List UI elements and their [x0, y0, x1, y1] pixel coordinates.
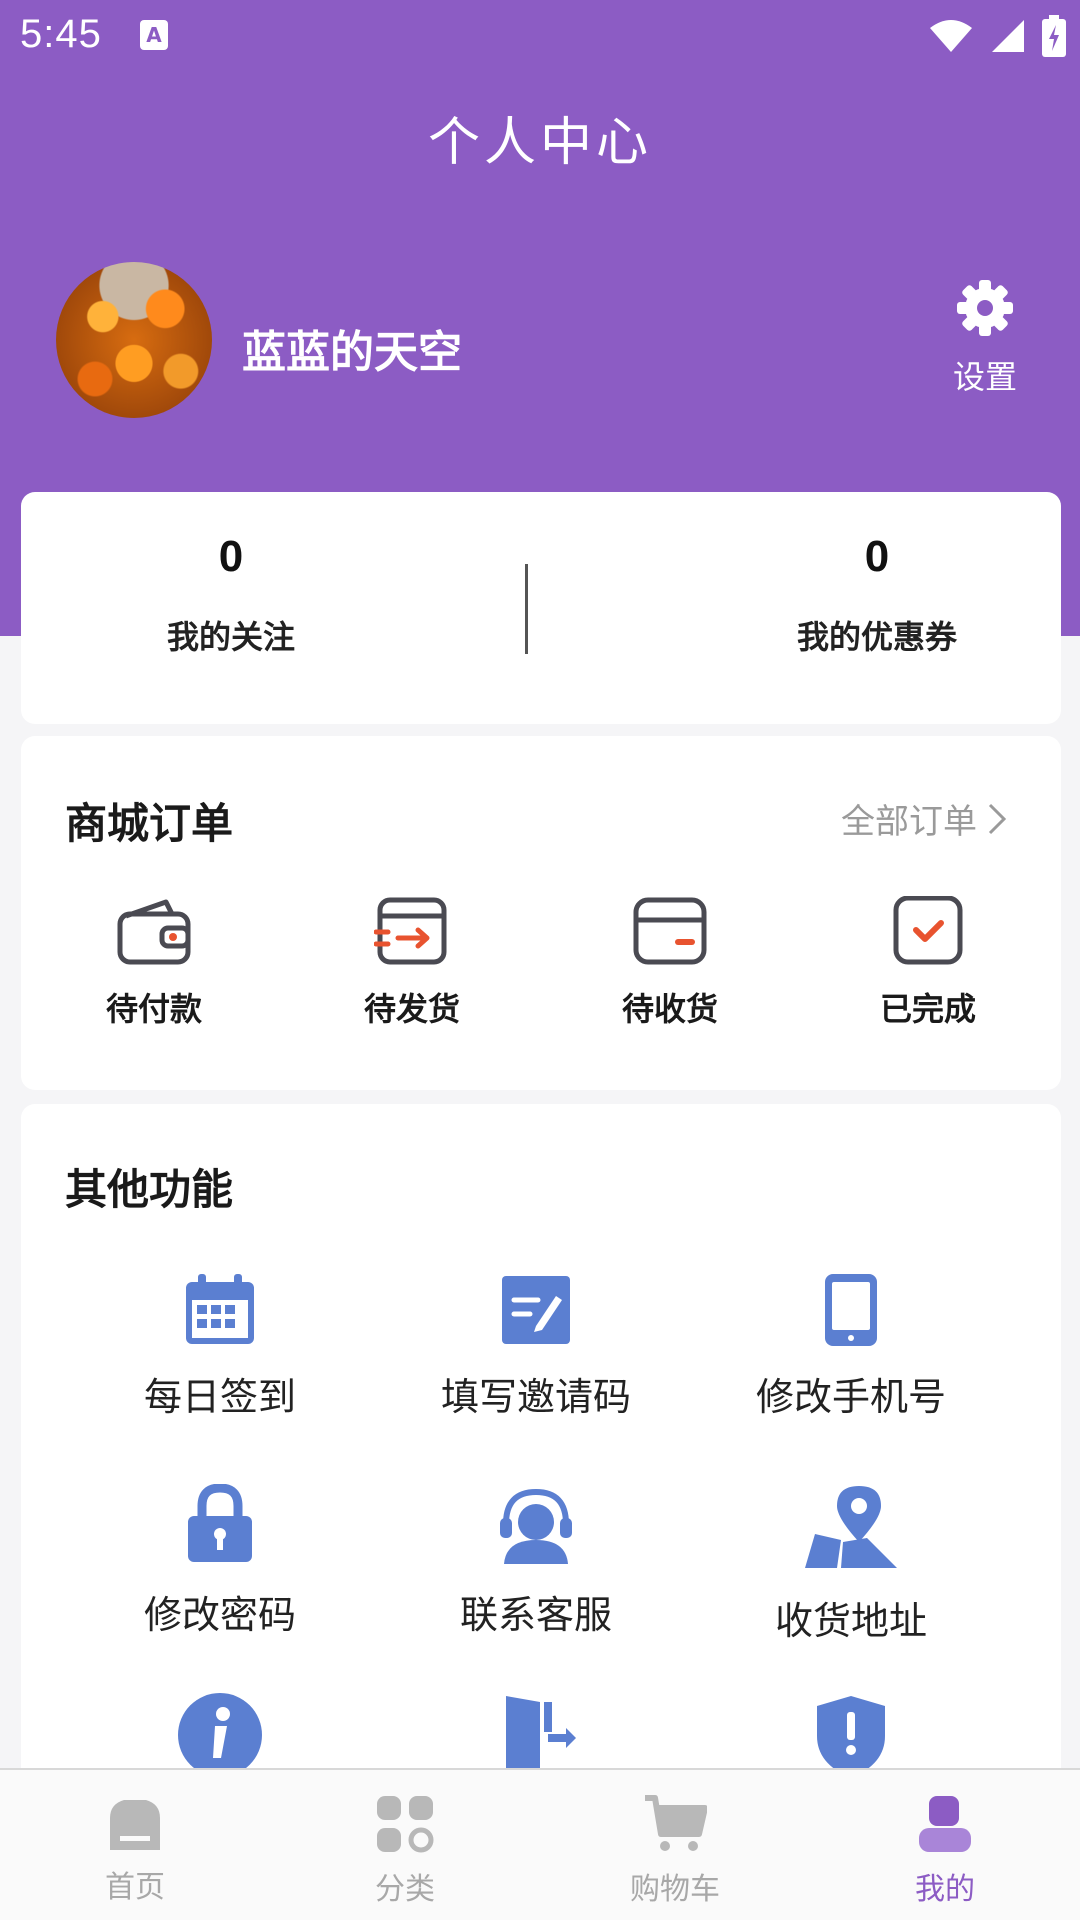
settings-label: 设置	[952, 358, 1017, 396]
stats-divider	[525, 564, 528, 654]
nav-home[interactable]: 首页	[35, 1794, 235, 1906]
feature-shipping-address[interactable]: 收货地址	[691, 1484, 1011, 1645]
shipping-box-icon	[374, 897, 447, 965]
feature-daily-checkin[interactable]: 每日签到	[60, 1274, 380, 1421]
shield-icon	[817, 1696, 885, 1778]
chevron-right-icon	[988, 803, 1007, 834]
feature-shipping-address-label: 收货地址	[774, 1599, 927, 1643]
order-pending-receipt-label: 待收货	[621, 990, 718, 1028]
feature-invite-code-label: 填写邀请码	[440, 1375, 631, 1419]
all-orders-label: 全部订单	[841, 802, 977, 842]
order-completed[interactable]: 已完成	[828, 896, 1028, 1030]
feature-invite-code[interactable]: 填写邀请码	[376, 1274, 696, 1421]
gear-icon	[957, 280, 1013, 336]
map-pin-icon	[805, 1486, 897, 1568]
feature-change-phone[interactable]: 修改手机号	[691, 1274, 1011, 1421]
nav-cart[interactable]: 购物车	[575, 1794, 775, 1908]
headset-icon	[500, 1488, 572, 1564]
lock-icon	[188, 1484, 252, 1562]
nav-profile[interactable]: 我的	[845, 1794, 1045, 1908]
check-icon	[893, 896, 963, 965]
profile-icon	[919, 1796, 971, 1852]
wifi-icon	[930, 20, 972, 52]
all-orders-link[interactable]: 全部订单	[841, 794, 1007, 843]
stat-coupons-label: 我的优惠券	[796, 618, 957, 656]
avatar[interactable]	[56, 262, 212, 418]
feature-customer-service[interactable]: 联系客服	[376, 1484, 696, 1639]
notification-icon: A	[140, 20, 168, 50]
feature-daily-checkin-label: 每日签到	[143, 1375, 296, 1419]
stat-coupons[interactable]: 0 我的优惠券	[727, 532, 1027, 658]
order-completed-label: 已完成	[879, 990, 976, 1028]
username: 蓝蓝的天空	[242, 327, 462, 378]
nav-cart-label: 购物车	[630, 1872, 720, 1907]
exit-door-icon	[506, 1696, 576, 1778]
feature-change-password-label: 修改密码	[143, 1593, 296, 1637]
orders-card: 商城订单 全部订单 待付款 待发货 待收货 已完成	[21, 736, 1061, 1090]
stat-following[interactable]: 0 我的关注	[81, 532, 381, 658]
feature-change-phone-label: 修改手机号	[755, 1375, 946, 1419]
phone-icon	[825, 1274, 877, 1346]
settings-button[interactable]: 设置	[940, 276, 1030, 398]
card-receive-icon	[633, 897, 707, 965]
stat-following-value: 0	[218, 532, 244, 581]
cart-icon	[645, 1795, 708, 1851]
nav-profile-label: 我的	[915, 1872, 975, 1907]
orders-title: 商城订单	[65, 799, 234, 848]
stat-following-label: 我的关注	[166, 618, 295, 656]
order-pending-shipment[interactable]: 待发货	[312, 896, 512, 1030]
nav-category-label: 分类	[375, 1872, 435, 1907]
order-pending-receipt[interactable]: 待收货	[570, 896, 770, 1030]
status-bar: 5:45 A	[0, 0, 1080, 72]
edit-icon	[502, 1276, 570, 1344]
order-pending-shipment-label: 待发货	[363, 990, 460, 1028]
nav-category[interactable]: 分类	[305, 1794, 505, 1908]
order-pending-payment-label: 待付款	[105, 990, 202, 1028]
bottom-nav: 首页 分类 购物车 我的	[0, 1768, 1080, 1920]
nav-home-label: 首页	[105, 1870, 165, 1905]
category-icon	[377, 1796, 434, 1853]
feature-change-password[interactable]: 修改密码	[60, 1484, 380, 1639]
feature-customer-service-label: 联系客服	[459, 1593, 612, 1637]
home-icon	[110, 1800, 160, 1850]
features-title: 其他功能	[65, 1165, 234, 1214]
status-time: 5:45	[20, 12, 102, 56]
info-icon	[178, 1693, 262, 1777]
stat-coupons-value: 0	[864, 532, 890, 581]
page-title: 个人中心	[427, 113, 652, 173]
signal-icon	[992, 20, 1024, 52]
wallet-icon	[117, 899, 191, 965]
battery-icon	[1042, 15, 1066, 57]
stats-card: 0 我的关注 0 我的优惠券	[21, 492, 1061, 724]
calendar-icon	[186, 1274, 254, 1344]
order-pending-payment[interactable]: 待付款	[54, 896, 254, 1030]
